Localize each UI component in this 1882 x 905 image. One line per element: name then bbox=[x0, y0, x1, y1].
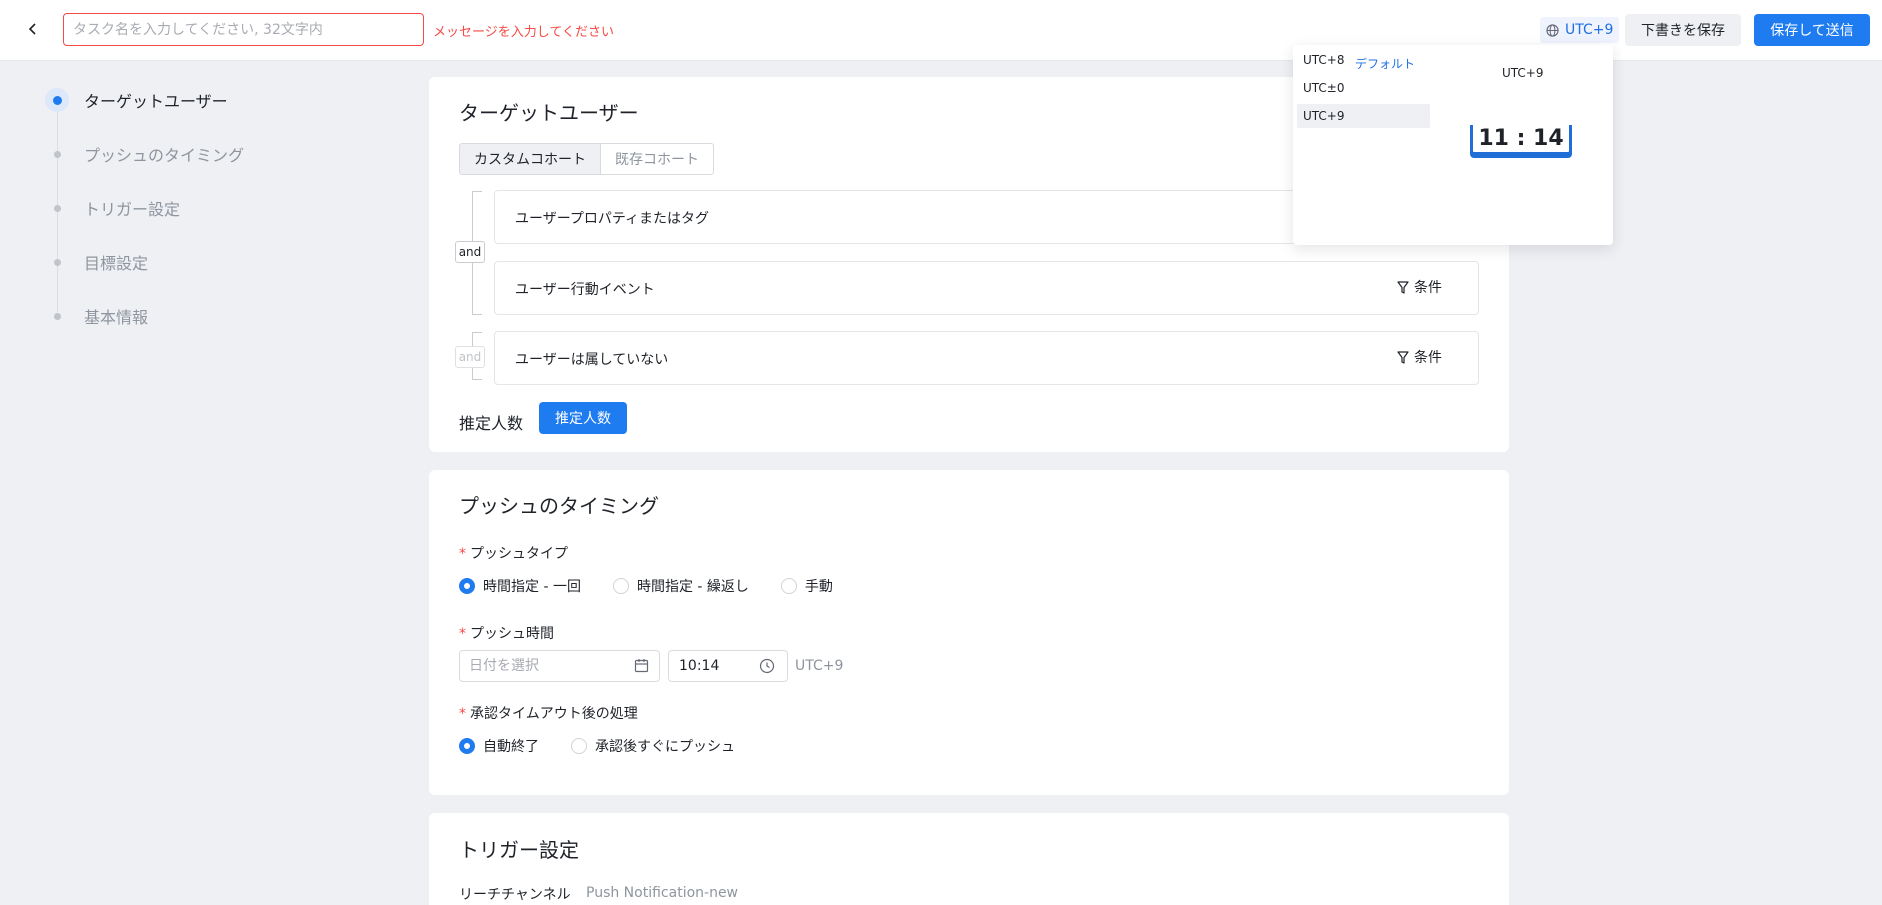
estimate-label: 推定人数 bbox=[459, 414, 524, 433]
timezone-option-label: UTC+9 bbox=[1303, 109, 1345, 123]
clock-icon bbox=[759, 658, 775, 674]
step-dot bbox=[45, 142, 69, 166]
timeout-radios: 自動終了 承認後すぐにプッシュ bbox=[459, 736, 767, 756]
filter-label: 条件 bbox=[1414, 280, 1442, 296]
condition-not-belong[interactable]: ユーザーは属していない 条件 bbox=[494, 331, 1479, 385]
radio-circle bbox=[780, 578, 797, 594]
radio-label: 承認後すぐにプッシュ bbox=[595, 739, 735, 755]
and-toggle[interactable]: and bbox=[455, 241, 485, 263]
save-and-send-button[interactable]: 保存して送信 bbox=[1754, 14, 1870, 46]
step-trigger-settings[interactable]: トリガー設定 bbox=[45, 196, 180, 220]
push-time-label-text: プッシュ時間 bbox=[470, 626, 554, 642]
save-draft-button[interactable]: 下書きを保存 bbox=[1625, 14, 1741, 46]
push-time-label: * プッシュ時間 bbox=[459, 623, 554, 643]
globe-icon bbox=[1546, 23, 1559, 37]
required-mark: * bbox=[459, 546, 466, 562]
timeout-label: * 承認タイムアウト後の処理 bbox=[459, 703, 638, 723]
timezone-option-utc8[interactable]: UTC+8 デフォルト bbox=[1297, 48, 1430, 72]
timeout-push-after-approval-radio[interactable]: 承認後すぐにプッシュ bbox=[571, 736, 735, 756]
condition-filter-button[interactable]: 条件 bbox=[1397, 277, 1442, 297]
cohort-tabs: カスタムコホート 既存コホート bbox=[459, 143, 714, 175]
trigger-settings-card: トリガー設定 リーチチャンネル Push Notification-new bbox=[429, 813, 1509, 905]
default-badge: デフォルト bbox=[1355, 57, 1416, 71]
timezone-option-utc0[interactable]: UTC±0 bbox=[1297, 76, 1430, 100]
condition-label: ユーザー行動イベント bbox=[515, 282, 655, 298]
push-type-radios: 時間指定 - 一回 時間指定 - 繰返し 手動 bbox=[459, 576, 865, 596]
step-goal-settings[interactable]: 目標設定 bbox=[45, 250, 148, 274]
push-type-manual-radio[interactable]: 手動 bbox=[780, 576, 833, 596]
required-mark: * bbox=[459, 706, 466, 722]
timezone-selector[interactable]: UTC+9 bbox=[1540, 17, 1620, 43]
task-name-input[interactable] bbox=[63, 13, 424, 46]
step-target-users[interactable]: ターゲットユーザー bbox=[45, 88, 228, 112]
radio-circle bbox=[612, 578, 629, 594]
push-timing-card: プッシュのタイミング * プッシュタイプ 時間指定 - 一回 時間指定 - 繰返し… bbox=[429, 470, 1509, 795]
back-chevron-icon[interactable] bbox=[22, 18, 44, 40]
tab-custom-cohort[interactable]: カスタムコホート bbox=[459, 143, 601, 175]
step-label: プッシュのタイミング bbox=[84, 146, 245, 165]
filter-icon bbox=[1397, 280, 1409, 294]
tab-existing-cohort[interactable]: 既存コホート bbox=[601, 143, 714, 175]
channel-value: Push Notification-new bbox=[586, 885, 739, 901]
step-dot bbox=[45, 304, 69, 328]
timezone-option-label: UTC+8 bbox=[1303, 53, 1345, 67]
timeout-auto-end-radio[interactable]: 自動終了 bbox=[459, 736, 539, 756]
step-push-timing[interactable]: プッシュのタイミング bbox=[45, 142, 244, 166]
step-label: トリガー設定 bbox=[84, 200, 181, 219]
push-type-label: * プッシュタイプ bbox=[459, 543, 568, 563]
trigger-settings-title: トリガー設定 bbox=[459, 838, 579, 862]
radio-label: 時間指定 - 一回 bbox=[483, 579, 581, 595]
timezone-selector-label: UTC+9 bbox=[1565, 22, 1614, 38]
filter-icon bbox=[1397, 350, 1409, 364]
estimate-button[interactable]: 推定人数 bbox=[539, 402, 627, 434]
timezone-popover: UTC+8 デフォルト UTC±0 UTC+9 UTC+9 11 : 14 bbox=[1293, 45, 1613, 245]
step-label: 基本情報 bbox=[84, 308, 149, 327]
radio-circle bbox=[459, 738, 475, 754]
date-picker-input[interactable] bbox=[459, 650, 660, 682]
condition-label: ユーザーは属していない bbox=[515, 352, 669, 368]
calendar-icon bbox=[634, 659, 649, 673]
step-label: ターゲットユーザー bbox=[84, 92, 228, 111]
target-users-title: ターゲットユーザー bbox=[459, 101, 639, 125]
step-basic-info[interactable]: 基本情報 bbox=[45, 304, 148, 328]
timeout-label-text: 承認タイムアウト後の処理 bbox=[470, 706, 638, 722]
timezone-preview-label: UTC+9 bbox=[1502, 66, 1544, 80]
radio-circle bbox=[571, 738, 587, 754]
step-dot bbox=[45, 196, 69, 220]
radio-label: 手動 bbox=[804, 579, 833, 595]
condition-filter-button[interactable]: 条件 bbox=[1397, 347, 1442, 367]
push-timing-title: プッシュのタイミング bbox=[459, 494, 659, 518]
and-toggle-disabled: and bbox=[455, 346, 485, 368]
timezone-option-utc9[interactable]: UTC+9 bbox=[1297, 104, 1430, 128]
timezone-clock-preview: 11 : 14 bbox=[1470, 125, 1572, 155]
push-time-timezone: UTC+9 bbox=[795, 658, 844, 674]
task-name-error: メッセージを入力してください bbox=[433, 25, 614, 40]
step-label: 目標設定 bbox=[84, 254, 149, 273]
push-type-once-radio[interactable]: 時間指定 - 一回 bbox=[459, 576, 581, 596]
step-dot bbox=[45, 88, 69, 112]
push-type-repeat-radio[interactable]: 時間指定 - 繰返し bbox=[612, 576, 749, 596]
condition-user-events[interactable]: ユーザー行動イベント 条件 bbox=[494, 261, 1479, 315]
required-mark: * bbox=[459, 626, 466, 642]
push-type-label-text: プッシュタイプ bbox=[470, 546, 568, 562]
radio-label: 時間指定 - 繰返し bbox=[636, 579, 749, 595]
step-dot bbox=[45, 250, 69, 274]
channel-label: リーチチャンネル bbox=[459, 887, 571, 903]
timezone-option-label: UTC±0 bbox=[1303, 81, 1345, 95]
radio-label: 自動終了 bbox=[483, 739, 539, 755]
filter-label: 条件 bbox=[1414, 350, 1442, 366]
radio-circle bbox=[459, 578, 475, 594]
condition-label: ユーザープロパティまたはタグ bbox=[515, 211, 710, 227]
